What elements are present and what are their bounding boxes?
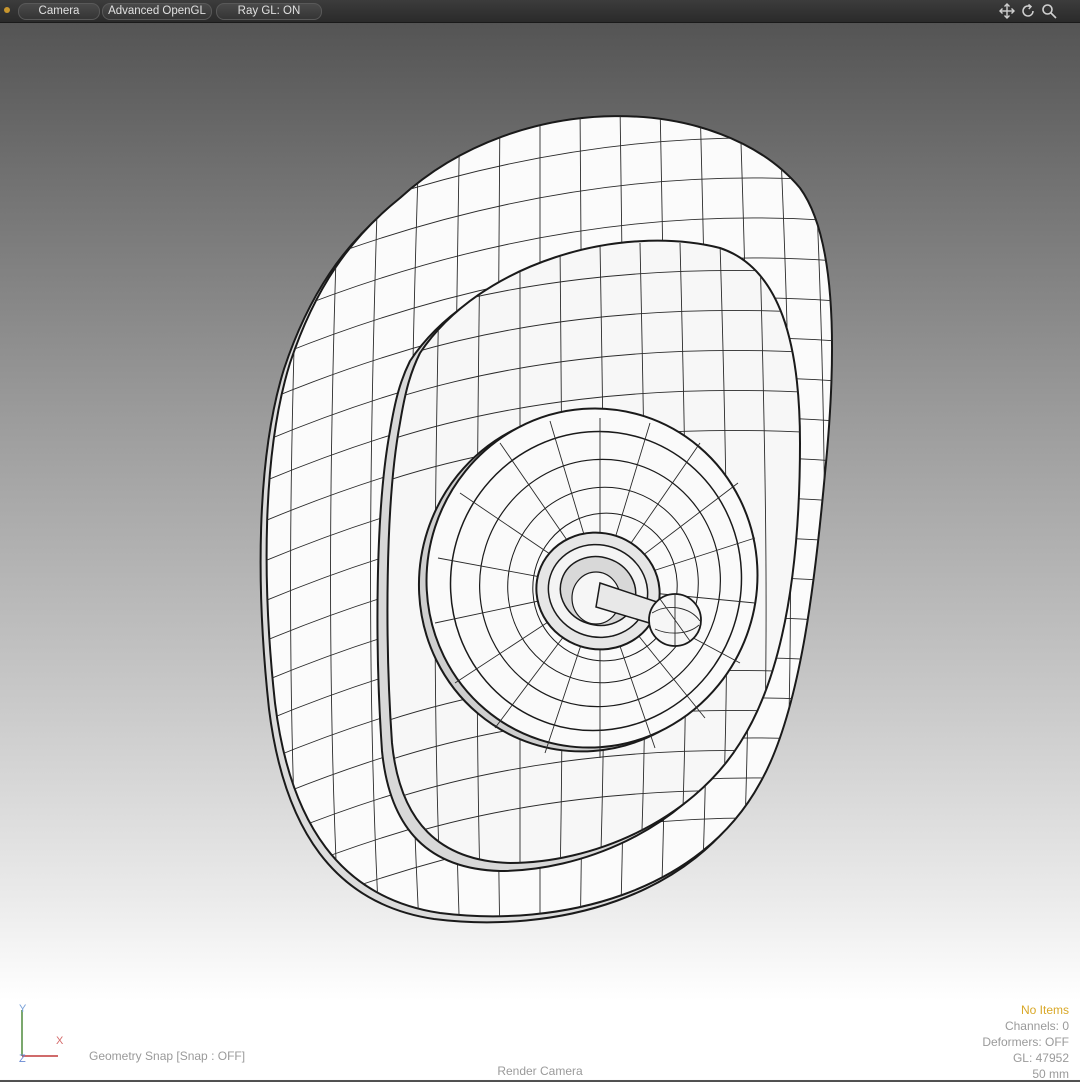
gl-poly-count: GL: 47952	[1012, 1051, 1069, 1065]
deformers-status: Deformers: OFF	[982, 1035, 1069, 1049]
axis-x-label: X	[56, 1035, 64, 1047]
advanced-opengl-button[interactable]: Advanced OpenGL	[102, 3, 212, 20]
camera-button[interactable]: Camera	[18, 3, 100, 20]
render-camera-label: Render Camera	[497, 1064, 583, 1078]
viewport-toolbar: Camera Advanced OpenGL Ray GL: ON	[0, 0, 1080, 23]
geometry-snap-status[interactable]: Geometry Snap [Snap : OFF]	[89, 1049, 245, 1063]
ray-gl-toggle[interactable]: Ray GL: ON	[216, 3, 322, 20]
channels-count: Channels: 0	[1004, 1019, 1069, 1033]
viewport-info-panel: No Items Channels: 0 Deformers: OFF GL: …	[982, 1002, 1069, 1082]
viewport-menu-dot-icon[interactable]	[4, 7, 10, 13]
move-view-icon[interactable]	[998, 2, 1016, 20]
zoom-view-icon[interactable]	[1040, 2, 1058, 20]
wireframe-model-render[interactable]	[0, 23, 1080, 1013]
rotate-view-icon[interactable]	[1019, 2, 1037, 20]
selection-status: No Items	[1020, 1003, 1069, 1017]
axis-y-label: Y	[19, 1003, 27, 1015]
